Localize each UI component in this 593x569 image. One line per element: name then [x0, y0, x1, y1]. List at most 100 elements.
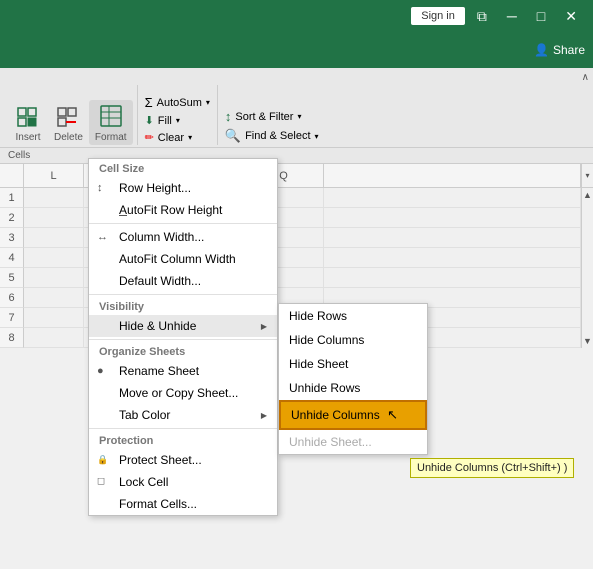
row-num-8: 8 — [0, 328, 24, 348]
row-num-7: 7 — [0, 308, 24, 328]
cell-L5[interactable] — [24, 268, 84, 288]
close-button[interactable]: ✕ — [557, 4, 585, 29]
menu-sep-1 — [89, 223, 277, 224]
restore-button[interactable]: ⧉ — [469, 4, 495, 29]
sign-in-button[interactable]: Sign in — [411, 7, 465, 25]
protect-sheet-label: Protect Sheet... — [119, 453, 202, 467]
move-copy-item[interactable]: Move or Copy Sheet... — [89, 382, 277, 404]
cell-rest2 — [324, 208, 581, 228]
unhide-sheet-item[interactable]: Unhide Sheet... — [279, 430, 427, 454]
insert-label: Insert — [15, 132, 40, 143]
autofit-row-item[interactable]: AutoFit Row Height — [89, 199, 277, 221]
share-label: Share — [553, 43, 585, 57]
find-icon: 🔍 — [225, 128, 241, 144]
clear-dropdown-icon: ▾ — [188, 133, 192, 142]
row-numbers: 1 2 3 4 5 6 7 8 — [0, 188, 24, 348]
find-label: Find & Select — [245, 130, 310, 142]
format-dropdown-menu: Cell Size ↕ Row Height... AutoFit Row He… — [88, 158, 278, 516]
fill-dropdown-icon: ▾ — [176, 116, 180, 125]
col-header-rest — [324, 164, 581, 187]
corner-cell — [0, 164, 24, 187]
minimize-button[interactable]: ─ — [499, 4, 525, 28]
cell-rest5 — [324, 268, 581, 288]
cursor-icon: ↖ — [387, 407, 398, 422]
column-width-item[interactable]: ↔ Column Width... — [89, 226, 277, 248]
toolbar-group-insert[interactable]: Insert — [8, 100, 48, 145]
row-height-label: Row Height... — [119, 181, 191, 195]
hide-sheet-item[interactable]: Hide Sheet — [279, 352, 427, 376]
cell-size-section-title: Cell Size — [89, 159, 277, 177]
menu-sep-3 — [89, 339, 277, 340]
tab-color-label: Tab Color — [119, 408, 170, 422]
sort-dropdown-icon: ▾ — [297, 112, 301, 121]
vertical-scrollbar[interactable]: ▲ ▼ — [581, 188, 593, 348]
maximize-button[interactable]: □ — [529, 4, 553, 28]
protect-sheet-item[interactable]: 🔒 Protect Sheet... — [89, 449, 277, 471]
toolbar-small-group-edit: Σ AutoSum ▾ ⬇ Fill ▾ ✏ Clear ▾ — [142, 94, 213, 145]
toolbar-group-format[interactable]: Format — [89, 100, 133, 145]
scroll-down-icon[interactable]: ▼ — [581, 334, 593, 348]
fill-button[interactable]: ⬇ Fill ▾ — [142, 113, 213, 128]
format-label: Format — [95, 132, 127, 143]
delete-label: Delete — [54, 132, 83, 143]
cell-L7[interactable] — [24, 308, 84, 328]
sort-label: Sort & Filter — [235, 111, 293, 123]
ribbon-collapse-button[interactable]: ∧ — [582, 72, 589, 83]
menu-sep-2 — [89, 294, 277, 295]
share-button[interactable]: 👤 Share — [534, 43, 585, 57]
row-height-item[interactable]: ↕ Row Height... — [89, 177, 277, 199]
hide-rows-item[interactable]: Hide Rows — [279, 304, 427, 328]
title-bar: Sign in ⧉ ─ □ ✕ — [0, 0, 593, 32]
cell-rest4 — [324, 248, 581, 268]
cell-rest3 — [324, 228, 581, 248]
find-select-button[interactable]: 🔍 Find & Select ▾ — [222, 127, 322, 145]
col-scroll: ▾ — [581, 164, 593, 187]
format-cells-item[interactable]: Format Cells... — [89, 493, 277, 515]
cell-L2[interactable] — [24, 208, 84, 228]
find-dropdown-icon: ▾ — [315, 132, 319, 141]
lock-cell-item[interactable]: ☐ Lock Cell — [89, 471, 277, 493]
row-num-6: 6 — [0, 288, 24, 308]
scroll-up-icon[interactable]: ▲ — [581, 188, 593, 202]
autosum-label: AutoSum — [157, 97, 202, 109]
row-num-5: 5 — [0, 268, 24, 288]
lock-cell-icon: ☐ — [97, 477, 105, 488]
col-header-L: L — [24, 164, 84, 187]
cell-L1[interactable] — [24, 188, 84, 208]
default-width-label: Default Width... — [119, 274, 201, 288]
hide-columns-item[interactable]: Hide Columns — [279, 328, 427, 352]
cell-L6[interactable] — [24, 288, 84, 308]
autosum-dropdown-icon: ▾ — [206, 98, 210, 107]
sort-icon: ↕ — [225, 109, 232, 124]
rename-icon: ● — [97, 365, 104, 377]
cell-rest1 — [324, 188, 581, 208]
tooltip: Unhide Columns (Ctrl+Shift+) ) — [410, 458, 574, 478]
insert-icon — [14, 102, 42, 130]
clear-button[interactable]: ✏ Clear ▾ — [142, 130, 213, 145]
unhide-rows-item[interactable]: Unhide Rows — [279, 376, 427, 400]
cell-L4[interactable] — [24, 248, 84, 268]
default-width-item[interactable]: Default Width... — [89, 270, 277, 292]
autofit-column-item[interactable]: AutoFit Column Width — [89, 248, 277, 270]
row-num-2: 2 — [0, 208, 24, 228]
cell-L8[interactable] — [24, 328, 84, 348]
title-bar-buttons: Sign in ⧉ ─ □ ✕ — [411, 4, 585, 29]
protection-section-title: Protection — [89, 431, 277, 449]
tab-color-item[interactable]: Tab Color — [89, 404, 277, 426]
column-width-label: Column Width... — [119, 230, 204, 244]
cells-group-label: Cells — [8, 150, 30, 161]
cell-L3[interactable] — [24, 228, 84, 248]
separator-2 — [217, 85, 218, 145]
lock-cell-label: Lock Cell — [119, 475, 168, 489]
sort-filter-button[interactable]: ↕ Sort & Filter ▾ — [222, 108, 322, 125]
fill-icon: ⬇ — [145, 114, 154, 127]
rename-sheet-item[interactable]: ● Rename Sheet — [89, 360, 277, 382]
hide-unhide-item[interactable]: Hide & Unhide — [89, 315, 277, 337]
row-height-icon: ↕ — [97, 182, 103, 194]
autosum-button[interactable]: Σ AutoSum ▾ — [142, 94, 213, 111]
toolbar-group-delete[interactable]: Delete — [48, 100, 89, 145]
format-cells-label: Format Cells... — [119, 497, 197, 511]
fill-label: Fill — [158, 115, 172, 127]
unhide-columns-item[interactable]: Unhide Columns ↖ — [279, 400, 427, 430]
row-num-3: 3 — [0, 228, 24, 248]
